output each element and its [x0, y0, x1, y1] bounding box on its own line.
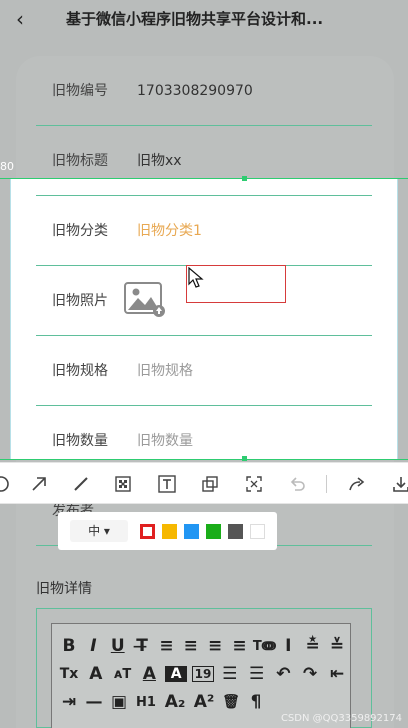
text-color-icon[interactable]: A — [138, 664, 160, 684]
screenshot-toolbar — [0, 462, 408, 504]
field-label: 旧物标题 — [52, 153, 108, 169]
text-cursor-icon[interactable]: I — [277, 636, 299, 656]
circle-icon[interactable] — [0, 471, 14, 497]
line-height-icon[interactable]: ≛ — [302, 636, 324, 656]
color-swatch-green[interactable] — [206, 524, 221, 539]
share-icon[interactable] — [344, 471, 370, 497]
toolbar-divider — [326, 475, 327, 493]
indent-icon[interactable]: ⇥ — [58, 692, 80, 712]
color-size-panel: 中 ▾ — [58, 512, 277, 550]
arrow-icon[interactable] — [26, 471, 52, 497]
clear-format-icon[interactable]: Tx — [58, 666, 80, 682]
ordered-list-icon[interactable]: ☰ — [219, 664, 241, 684]
font-size-up-icon[interactable]: ᴀT — [112, 667, 134, 682]
unordered-list-icon[interactable]: ☰ — [246, 664, 268, 684]
pilcrow-icon[interactable]: ¶ — [245, 692, 267, 712]
color-swatch-blue[interactable] — [184, 524, 199, 539]
align-left-icon[interactable]: ≡ — [155, 636, 177, 656]
undo-icon[interactable]: ↶ — [272, 664, 294, 684]
field-item-title: 旧物标题 旧物xx — [36, 126, 372, 196]
detail-label: 旧物详情 — [36, 581, 92, 597]
color-swatch-white[interactable] — [250, 524, 265, 539]
insert-image-icon[interactable]: ▣ — [108, 692, 130, 712]
mosaic-icon[interactable] — [110, 471, 136, 497]
stroke-size-select[interactable]: 中 ▾ — [70, 520, 128, 542]
chevron-left-icon[interactable]: ‹ — [8, 4, 32, 34]
italic-icon[interactable]: I — [82, 636, 104, 656]
align-justify-icon[interactable]: ≡ — [229, 636, 251, 656]
redo-icon[interactable]: ↷ — [299, 664, 321, 684]
field-item-spec: 旧物规格 旧物规格 — [36, 336, 372, 406]
field-label: 旧物分类 — [52, 223, 108, 239]
trash-icon[interactable]: 🗑 — [220, 694, 242, 710]
outdent-icon[interactable]: ⇤ — [326, 664, 348, 684]
image-upload-icon[interactable] — [124, 282, 166, 318]
editor-toolbar-row: B I U T̶ ≡ ≡ ≡ ≡ Tↈ I ≛ ≚ — [58, 632, 348, 660]
editor-toolbar-row: ⇥ — ▣ H1 A₂ A² 🗑 ¶ — [58, 688, 348, 716]
color-swatch-red[interactable] — [140, 524, 155, 539]
category-picker[interactable]: 旧物分类1 — [137, 196, 202, 266]
underline-icon[interactable]: U — [107, 636, 129, 656]
bold-icon[interactable]: B — [58, 636, 80, 656]
superscript-icon[interactable]: A² — [191, 692, 217, 712]
align-right-icon[interactable]: ≡ — [204, 636, 226, 656]
field-value[interactable]: 旧物xx — [137, 126, 182, 196]
subscript-icon[interactable]: A₂ — [162, 692, 188, 712]
coordinate-readout: 80 — [0, 160, 14, 173]
download-icon[interactable] — [388, 471, 408, 497]
watermark: CSDN @QQ3359892174 — [280, 713, 402, 724]
field-item-category: 旧物分类 旧物分类1 — [36, 196, 372, 266]
horizontal-rule-icon[interactable]: — — [83, 692, 105, 712]
field-item-number: 旧物编号 1703308290970 — [36, 56, 372, 126]
font-color-icon[interactable]: A — [85, 664, 107, 684]
strikethrough-icon[interactable]: T̶ — [131, 636, 153, 656]
align-center-icon[interactable]: ≡ — [180, 636, 202, 656]
editor-toolbar-row: Tx A ᴀT A A 19 ☰ ☰ ↶ ↷ ⇤ — [58, 660, 348, 688]
pen-icon[interactable] — [68, 471, 94, 497]
capture-icon[interactable] — [241, 471, 267, 497]
field-label: 旧物编号 — [52, 83, 108, 99]
date-icon[interactable]: 19 — [191, 666, 214, 682]
background-color-icon[interactable]: A — [165, 666, 188, 682]
field-label: 旧物规格 — [52, 363, 108, 379]
font-size-icon[interactable]: Tↈ — [253, 639, 276, 654]
ocr-icon[interactable] — [197, 471, 223, 497]
color-swatch-yellow[interactable] — [162, 524, 177, 539]
color-swatch-gray[interactable] — [228, 524, 243, 539]
field-value[interactable]: 1703308290970 — [137, 56, 253, 126]
page-title: 基于微信小程序旧物共享平台设计和... — [66, 10, 324, 28]
heading-icon[interactable]: H1 — [133, 695, 159, 710]
rich-text-editor: B I U T̶ ≡ ≡ ≡ ≡ Tↈ I ≛ ≚ Tx A ᴀT A A 19… — [36, 608, 372, 728]
navbar: ‹ 基于微信小程序旧物共享平台设计和... — [0, 0, 408, 40]
field-label: 旧物照片 — [52, 293, 108, 309]
spec-input[interactable]: 旧物规格 — [137, 336, 193, 406]
mouse-cursor-icon — [188, 267, 204, 288]
text-icon[interactable] — [154, 471, 180, 497]
undo-icon[interactable] — [284, 471, 310, 497]
paragraph-spacing-icon[interactable]: ≚ — [326, 636, 348, 656]
